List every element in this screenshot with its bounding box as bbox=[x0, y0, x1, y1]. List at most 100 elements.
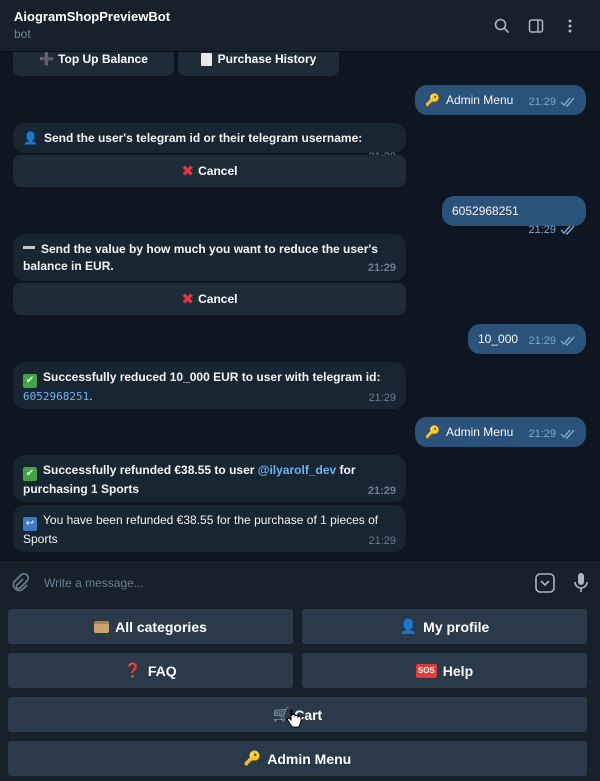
top-up-balance-button[interactable]: ➕ Top Up Balance bbox=[13, 52, 174, 76]
cancel-button[interactable]: ✖ Cancel bbox=[13, 283, 406, 315]
telegram-id-code[interactable]: 6052968251 bbox=[23, 390, 89, 403]
message-time: 21:29 bbox=[528, 96, 556, 108]
purchase-history-label: Purchase History bbox=[217, 52, 317, 66]
search-icon[interactable] bbox=[486, 10, 518, 42]
double-check-icon bbox=[560, 224, 576, 241]
message-line: Successfully refunded €38.55 to user bbox=[43, 463, 258, 477]
incoming-message[interactable]: 👤 Send the user's telegram id or their te… bbox=[13, 123, 406, 163]
outgoing-message[interactable]: 🔑 Admin Menu 21:29 bbox=[415, 85, 586, 115]
more-vertical-icon[interactable] bbox=[554, 10, 586, 42]
message-line: Successfully reduced 10_000 EUR to user … bbox=[43, 370, 381, 384]
chat-title: AiogramShopPreviewBot bbox=[14, 9, 171, 24]
minus-icon bbox=[23, 246, 35, 249]
message-time: 21:29 bbox=[368, 392, 396, 404]
plus-icon: ➕ bbox=[39, 52, 55, 66]
message-composer: Write a message... bbox=[0, 560, 600, 604]
double-check-icon bbox=[560, 335, 576, 352]
help-button[interactable]: SOS Help bbox=[302, 653, 587, 688]
message-text-line2: purchasing 1 Sports 21:29 bbox=[23, 481, 396, 498]
message-text: Send the value by how much you want to r… bbox=[23, 241, 396, 258]
reply-keyboard: All categories 👤 My profile ❓ FAQ SOS Help … bbox=[0, 604, 600, 781]
return-arrow-icon: ↩ bbox=[23, 517, 37, 531]
message-text: ✔ Successfully reduced 10_000 EUR to user… bbox=[23, 369, 396, 388]
user-icon: 👤 bbox=[23, 131, 38, 145]
outgoing-message[interactable]: 6052968251 21:29 bbox=[442, 196, 586, 236]
message-meta: 21:29 bbox=[528, 426, 576, 445]
receipt-icon bbox=[200, 52, 212, 66]
my-profile-label: My profile bbox=[423, 618, 490, 635]
key-icon: 🔑 bbox=[243, 750, 262, 766]
message-line: purchasing 1 Sports bbox=[23, 482, 140, 496]
cross-icon: ✖ bbox=[181, 291, 195, 308]
message-line: for bbox=[336, 463, 356, 477]
message-time: 21:29 bbox=[528, 335, 556, 347]
chat-header: AiogramShopPreviewBot bot bbox=[0, 0, 600, 52]
message-line: Send the value by how much you want to r… bbox=[41, 242, 378, 256]
message-punctuation: . bbox=[89, 389, 93, 403]
message-time: 21:29 bbox=[367, 262, 396, 274]
faq-button[interactable]: ❓ FAQ bbox=[8, 653, 293, 688]
message-text: ↩ You have been refunded €38.55 for the p… bbox=[23, 512, 396, 531]
cart-button[interactable]: 🛒 Cart bbox=[8, 697, 587, 732]
double-check-icon bbox=[560, 96, 576, 113]
message-time: 21:29 bbox=[528, 428, 556, 440]
sos-icon: SOS bbox=[415, 663, 437, 678]
message-meta: 21:29 bbox=[528, 333, 576, 352]
message-text: Admin Menu bbox=[445, 425, 514, 439]
top-up-balance-label: Top Up Balance bbox=[58, 52, 148, 66]
cancel-button[interactable]: ✖ Cancel bbox=[13, 155, 406, 187]
incoming-message[interactable]: Send the value by how much you want to r… bbox=[13, 234, 406, 281]
all-categories-label: All categories bbox=[115, 618, 207, 635]
message-text-line2: 6052968251. 21:29 bbox=[23, 388, 396, 405]
message-meta: 21:29 bbox=[528, 222, 576, 241]
purchase-history-button[interactable]: Purchase History bbox=[178, 52, 339, 76]
sidebar-toggle-icon[interactable] bbox=[520, 10, 552, 42]
chat-title-block[interactable]: AiogramShopPreviewBot bot bbox=[14, 8, 484, 43]
check-mark-icon: ✔ bbox=[23, 467, 37, 481]
chat-history[interactable]: ➕ Top Up Balance Purchase History 🔑 Admin… bbox=[0, 52, 600, 560]
cancel-label: Cancel bbox=[198, 164, 238, 178]
incoming-message[interactable]: ↩ You have been refunded €38.55 for the p… bbox=[13, 505, 406, 552]
message-text: Send the user's telegram id or their tel… bbox=[43, 131, 363, 145]
message-meta: 21:29 bbox=[528, 94, 576, 113]
outgoing-message[interactable]: 🔑 Admin Menu 21:29 bbox=[415, 417, 586, 447]
key-icon: 🔑 bbox=[425, 93, 440, 107]
check-mark-icon: ✔ bbox=[23, 374, 37, 388]
message-time: 21:29 bbox=[368, 535, 396, 547]
key-icon: 🔑 bbox=[425, 425, 440, 439]
message-text: ✔ Successfully refunded €38.55 to user @i… bbox=[23, 462, 396, 481]
message-input[interactable]: Write a message... bbox=[44, 576, 534, 590]
double-check-icon bbox=[560, 428, 576, 445]
admin-menu-button[interactable]: 🔑 Admin Menu bbox=[8, 741, 587, 776]
incoming-message[interactable]: ✔ Successfully refunded €38.55 to user @i… bbox=[13, 455, 406, 502]
cross-icon: ✖ bbox=[181, 163, 195, 180]
outgoing-message[interactable]: 10_000 21:29 bbox=[468, 324, 586, 354]
microphone-icon[interactable] bbox=[572, 572, 590, 594]
message-text: 10_000 bbox=[478, 332, 519, 346]
hand-cursor-icon bbox=[286, 709, 302, 732]
previous-inline-keyboard: ➕ Top Up Balance Purchase History bbox=[13, 52, 339, 76]
message-text: 6052968251 bbox=[452, 204, 519, 218]
incoming-message[interactable]: ✔ Successfully reduced 10_000 EUR to user… bbox=[13, 362, 406, 409]
message-time: 21:29 bbox=[528, 224, 556, 236]
message-line: You have been refunded €38.55 for the pu… bbox=[43, 513, 379, 527]
message-line: balance in EUR. bbox=[23, 259, 114, 273]
chat-subtitle: bot bbox=[14, 27, 31, 41]
package-icon bbox=[94, 620, 110, 633]
message-text-line2: balance in EUR. 21:29 bbox=[23, 258, 396, 275]
message-text-line2: Sports 21:29 bbox=[23, 531, 396, 548]
faq-label: FAQ bbox=[147, 662, 177, 679]
user-icon: 👤 bbox=[399, 618, 418, 634]
keyboard-toggle-icon[interactable] bbox=[534, 572, 556, 594]
message-text: Admin Menu bbox=[445, 93, 514, 107]
question-mark-icon: ❓ bbox=[124, 662, 142, 678]
paperclip-icon[interactable] bbox=[10, 572, 30, 593]
all-categories-button[interactable]: All categories bbox=[8, 609, 293, 644]
admin-menu-label: Admin Menu bbox=[267, 750, 352, 767]
my-profile-button[interactable]: 👤 My profile bbox=[302, 609, 587, 644]
help-label: Help bbox=[442, 662, 474, 679]
cancel-label: Cancel bbox=[198, 292, 238, 306]
user-mention-link[interactable]: @ilyarolf_dev bbox=[258, 463, 336, 477]
message-line: Sports bbox=[23, 532, 58, 546]
message-time: 21:29 bbox=[367, 485, 396, 497]
